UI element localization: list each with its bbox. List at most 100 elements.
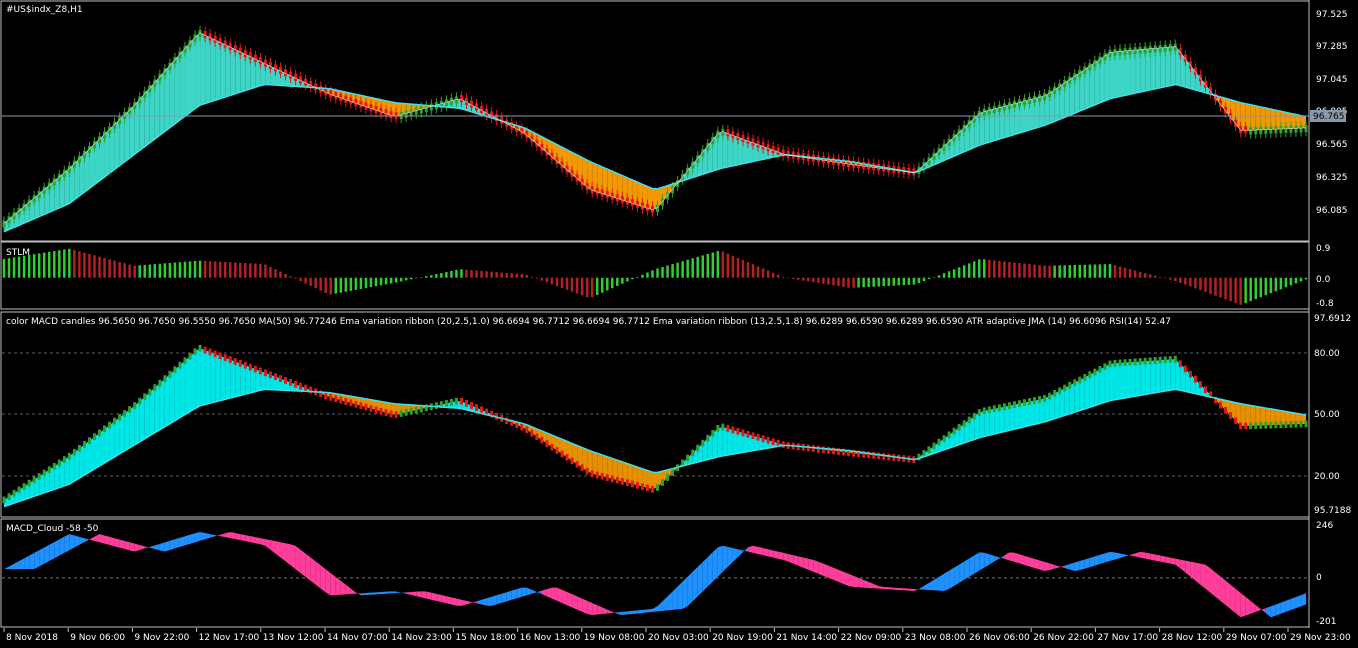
ribbon-segment <box>240 51 246 93</box>
macd-cloud-segment <box>918 585 924 590</box>
osc-candle <box>344 398 348 405</box>
ribbon-segment <box>1250 104 1256 131</box>
osc-candle <box>444 400 448 407</box>
osc-ribbon-segment <box>1135 361 1141 397</box>
osc-candle <box>821 446 825 454</box>
macd-cloud-segment <box>416 591 422 598</box>
macd-cloud-segment <box>898 587 904 591</box>
price-tick-label: 97.285 <box>1316 42 1348 52</box>
osc-candle <box>620 478 624 485</box>
ribbon-segment <box>1130 50 1136 95</box>
osc-candle <box>414 406 418 414</box>
macd-cloud-segment <box>964 558 970 580</box>
macd-cloud-segment <box>1094 554 1100 566</box>
macd-cloud-segment <box>753 545 759 554</box>
macd-cloud-segment <box>506 590 512 602</box>
macd-cloud-segment <box>240 534 246 542</box>
macd-cloud-segment <box>768 549 774 558</box>
osc-candle <box>540 436 544 444</box>
osc-candle <box>1033 397 1037 404</box>
osc-candle <box>1098 365 1102 373</box>
macd-cloud-segment <box>622 611 628 615</box>
osc-candle <box>826 446 830 454</box>
macd-cloud-segment <box>360 593 366 596</box>
macd-cloud-segment <box>159 542 165 552</box>
ribbon-segment <box>220 42 226 99</box>
macd-cloud-segment <box>1300 593 1306 607</box>
candle-body <box>1249 127 1253 135</box>
macd-cloud-segment <box>526 587 532 596</box>
candle-body <box>1254 127 1258 135</box>
osc-candle <box>243 361 247 369</box>
macd-cloud-segment <box>114 538 120 548</box>
macd-cloud-segment <box>1170 557 1176 565</box>
osc-candle <box>57 459 61 467</box>
oscillator-tick-label: 20.00 <box>1314 472 1340 482</box>
osc-candle <box>1118 359 1122 367</box>
time-tick-label: 26 Nov 22:00 <box>1033 633 1094 643</box>
osc-candle <box>27 479 31 487</box>
macd-cloud-segment <box>939 573 945 591</box>
ribbon-segment <box>184 42 190 117</box>
macd-cloud-segment <box>783 552 789 562</box>
macd-cloud-segment <box>335 576 341 596</box>
macd-cloud-segment <box>426 591 432 600</box>
macd-cloud-segment <box>215 534 221 537</box>
osc-ribbon-segment <box>174 365 180 421</box>
ribbon-segment <box>210 37 216 102</box>
macd-cloud-segment <box>999 555 1005 559</box>
stlm-panel-frame <box>0 241 1310 310</box>
macd-cloud-segment <box>662 596 668 611</box>
macd-cloud-segment <box>627 610 633 615</box>
candle-body <box>872 163 876 171</box>
osc-candle <box>394 411 398 418</box>
macd-cloud-segment <box>9 563 15 570</box>
macd-cloud-segment <box>451 597 457 606</box>
ribbon-segment <box>205 35 211 104</box>
osc-candle <box>304 384 308 392</box>
macd-cloud-segment <box>235 533 241 541</box>
candle-body <box>1264 126 1268 134</box>
macd-cloud-segment <box>1155 554 1161 562</box>
osc-candle <box>535 433 539 441</box>
osc-candle <box>756 433 760 441</box>
time-tick-label: 16 Nov 13:00 <box>520 633 581 643</box>
ribbon-segment <box>1160 47 1166 88</box>
osc-candle <box>47 466 51 473</box>
ribbon-segment <box>1135 49 1141 94</box>
macd-cloud-segment <box>1074 560 1080 572</box>
macd-cloud-segment <box>220 533 226 538</box>
macd-cloud-segment <box>340 580 346 595</box>
osc-candle <box>1264 421 1268 429</box>
osc-candle <box>158 379 162 387</box>
macd-cloud-segment <box>702 557 708 592</box>
macd-cloud-segment <box>808 558 814 572</box>
candle-body <box>992 106 996 114</box>
osc-candle <box>666 474 670 481</box>
ribbon-segment <box>230 47 236 96</box>
price-tick-label: 96.325 <box>1316 173 1348 183</box>
osc-ribbon-segment <box>1109 363 1115 401</box>
time-tick-label: 14 Nov 07:00 <box>327 633 388 643</box>
osc-candle <box>384 409 388 416</box>
macd-cloud-segment <box>858 577 864 588</box>
macd-cloud-segment <box>29 552 35 570</box>
macd-cloud-segment <box>923 582 929 590</box>
osc-candle <box>163 375 167 382</box>
stlm-tick-label: -0.8 <box>1316 299 1334 309</box>
osc-candle <box>1083 373 1087 381</box>
macd-cloud-segment <box>828 565 834 580</box>
osc-candle <box>188 352 192 360</box>
macd-cloud-segment <box>99 534 105 544</box>
macd-cloud-segment <box>687 571 693 607</box>
osc-candle <box>1249 422 1253 430</box>
macd-cloud-segment <box>24 555 30 570</box>
macd-cloud-segment <box>788 553 794 564</box>
osc-candle <box>454 397 458 405</box>
macd-cloud-segment <box>370 592 376 595</box>
ribbon-segment <box>1165 46 1171 87</box>
macd-cloud-segment <box>225 532 231 539</box>
candle-body <box>1017 99 1021 107</box>
osc-candle <box>1168 356 1172 363</box>
macd-cloud-segment <box>848 573 854 587</box>
